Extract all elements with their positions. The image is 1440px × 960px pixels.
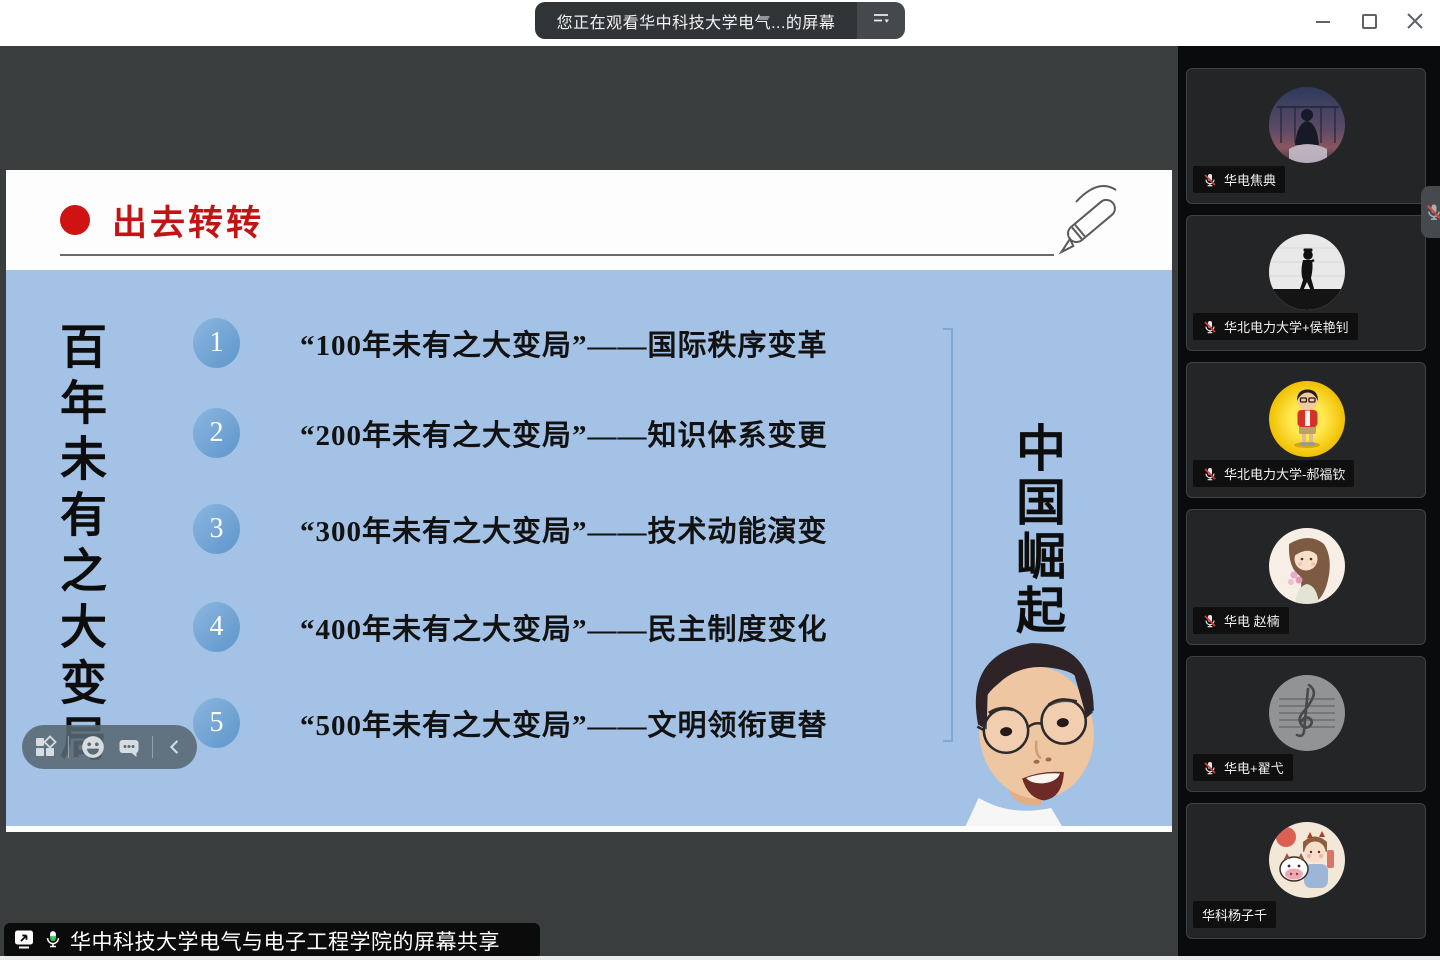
pen-icon bbox=[1046, 174, 1136, 265]
participant-tile[interactable]: 华北电力大学-郝福钦 bbox=[1186, 362, 1426, 498]
slide-header: 出去转转 bbox=[6, 170, 1172, 270]
bw-silhouette-avatar bbox=[1269, 234, 1345, 310]
close-button[interactable] bbox=[1400, 8, 1430, 38]
screen-share-status-bar: 华中科技大学电气与电子工程学院的屏幕共享 bbox=[4, 923, 540, 959]
titlebar: 您正在观看华中科技大学电气...的屏幕 bbox=[0, 0, 1440, 46]
item-number-badge: 4 bbox=[193, 602, 240, 652]
screen-share-status-text: 华中科技大学电气与电子工程学院的屏幕共享 bbox=[70, 926, 500, 956]
slide-right-vertical-title: 中国崛起 bbox=[1012, 422, 1062, 638]
participant-tile[interactable]: 华电焦典 bbox=[1186, 68, 1426, 204]
item-number-badge: 5 bbox=[193, 698, 240, 748]
item-number-badge: 2 bbox=[193, 408, 240, 458]
floating-toolbar bbox=[22, 725, 197, 769]
item-text: “300年未有之大变局”——技术动能演变 bbox=[300, 508, 828, 550]
close-icon bbox=[1400, 6, 1430, 41]
cow-cartoon-avatar bbox=[1269, 822, 1345, 898]
item-number-badge: 1 bbox=[193, 318, 240, 368]
participant-name-label: 华北电力大学-郝福钦 bbox=[1193, 460, 1354, 487]
participant-name: 华北电力大学+侯艳钊 bbox=[1224, 317, 1349, 336]
dusk-photo-avatar bbox=[1269, 87, 1345, 163]
participant-name: 华科杨子千 bbox=[1202, 905, 1267, 924]
chat-bubble-icon[interactable] bbox=[117, 735, 141, 759]
header-underline bbox=[60, 254, 1054, 256]
yellow-cartoon-avatar bbox=[1269, 381, 1345, 457]
participant-name: 华电焦典 bbox=[1224, 170, 1276, 189]
list-item: 5 “500年未有之大变局”——文明领衔更替 bbox=[193, 688, 828, 758]
slide-left-vertical-title: 百年未有之大变局 bbox=[56, 322, 103, 770]
toolbar-divider bbox=[68, 736, 69, 758]
window-controls bbox=[1308, 8, 1430, 38]
slide-header-title: 出去转转 bbox=[112, 195, 264, 246]
list-item: 2 “200年未有之大变局”——知识体系变更 bbox=[193, 398, 828, 468]
maximize-icon bbox=[1354, 6, 1384, 41]
minimize-icon bbox=[1308, 6, 1338, 41]
collapsed-mic-panel-tab[interactable] bbox=[1421, 186, 1440, 238]
mic-muted-icon bbox=[1202, 319, 1218, 335]
mic-live-icon bbox=[43, 928, 63, 955]
mic-muted-icon bbox=[1202, 760, 1218, 776]
list-item: 1 “100年未有之大变局”——国际秩序变革 bbox=[193, 308, 828, 378]
participants-sidebar: 华电焦典 bbox=[1178, 46, 1440, 960]
mic-muted-icon bbox=[1202, 172, 1218, 188]
participant-tile[interactable]: 华科杨子千 bbox=[1186, 803, 1426, 939]
list-item: 3 “300年未有之大变局”——技术动能演变 bbox=[193, 494, 828, 564]
apps-grid-icon[interactable] bbox=[33, 735, 57, 759]
mic-muted-icon bbox=[1202, 613, 1218, 629]
participant-name-label: 华电+翟弋 bbox=[1193, 754, 1293, 781]
participant-name-label: 华电 赵楠 bbox=[1193, 607, 1289, 634]
participant-name-label: 华电焦典 bbox=[1193, 166, 1285, 193]
participant-name: 华北电力大学-郝福钦 bbox=[1224, 464, 1345, 483]
red-dot-bullet bbox=[60, 205, 90, 235]
item-text: “400年未有之大变局”——民主制度变化 bbox=[300, 606, 828, 648]
mic-muted-icon bbox=[1202, 466, 1218, 482]
meeting-window: 您正在观看华中科技大学电气...的屏幕 bbox=[0, 0, 1440, 960]
item-text: “100年未有之大变局”——国际秩序变革 bbox=[300, 322, 828, 364]
mic-muted-icon bbox=[1424, 202, 1440, 222]
participant-name: 华电+翟弋 bbox=[1224, 758, 1284, 777]
banner-menu-button[interactable] bbox=[857, 2, 905, 39]
participant-name-label: 华北电力大学+侯艳钊 bbox=[1193, 313, 1358, 340]
maximize-button[interactable] bbox=[1354, 8, 1384, 38]
viewing-banner-title: 您正在观看华中科技大学电气...的屏幕 bbox=[535, 2, 857, 39]
viewing-banner: 您正在观看华中科技大学电气...的屏幕 bbox=[535, 2, 905, 39]
participant-name-label: 华科杨子千 bbox=[1193, 901, 1276, 928]
participant-tile[interactable]: 华电+翟弋 bbox=[1186, 656, 1426, 792]
smiley-icon[interactable] bbox=[80, 734, 106, 760]
participant-tile[interactable]: 华北电力大学+侯艳钊 bbox=[1186, 215, 1426, 351]
toolbar-divider bbox=[152, 736, 153, 758]
treble-clef-avatar bbox=[1269, 675, 1345, 751]
participant-name: 华电 赵楠 bbox=[1224, 611, 1280, 630]
shared-screen-area: 出去转转 百年未有之大变局 bbox=[0, 46, 1178, 960]
presenter-webcam-face bbox=[950, 632, 1122, 826]
list-dropdown-icon bbox=[871, 8, 891, 33]
girl-illustration-avatar bbox=[1269, 528, 1345, 604]
screen-share-icon bbox=[12, 927, 36, 956]
chevron-left-icon[interactable] bbox=[164, 736, 186, 758]
list-item: 4 “400年未有之大变局”——民主制度变化 bbox=[193, 592, 828, 662]
presentation-slide: 出去转转 百年未有之大变局 bbox=[6, 170, 1172, 832]
slide-body: 百年未有之大变局 中国崛起 1 “100年未有之大变局”——国际秩序变革 2 “… bbox=[6, 270, 1172, 826]
participant-tile[interactable]: 华电 赵楠 bbox=[1186, 509, 1426, 645]
item-text: “500年未有之大变局”——文明领衔更替 bbox=[300, 702, 828, 744]
window-frame-edge bbox=[0, 956, 1440, 960]
item-number-badge: 3 bbox=[193, 504, 240, 554]
item-text: “200年未有之大变局”——知识体系变更 bbox=[300, 412, 828, 454]
minimize-button[interactable] bbox=[1308, 8, 1338, 38]
